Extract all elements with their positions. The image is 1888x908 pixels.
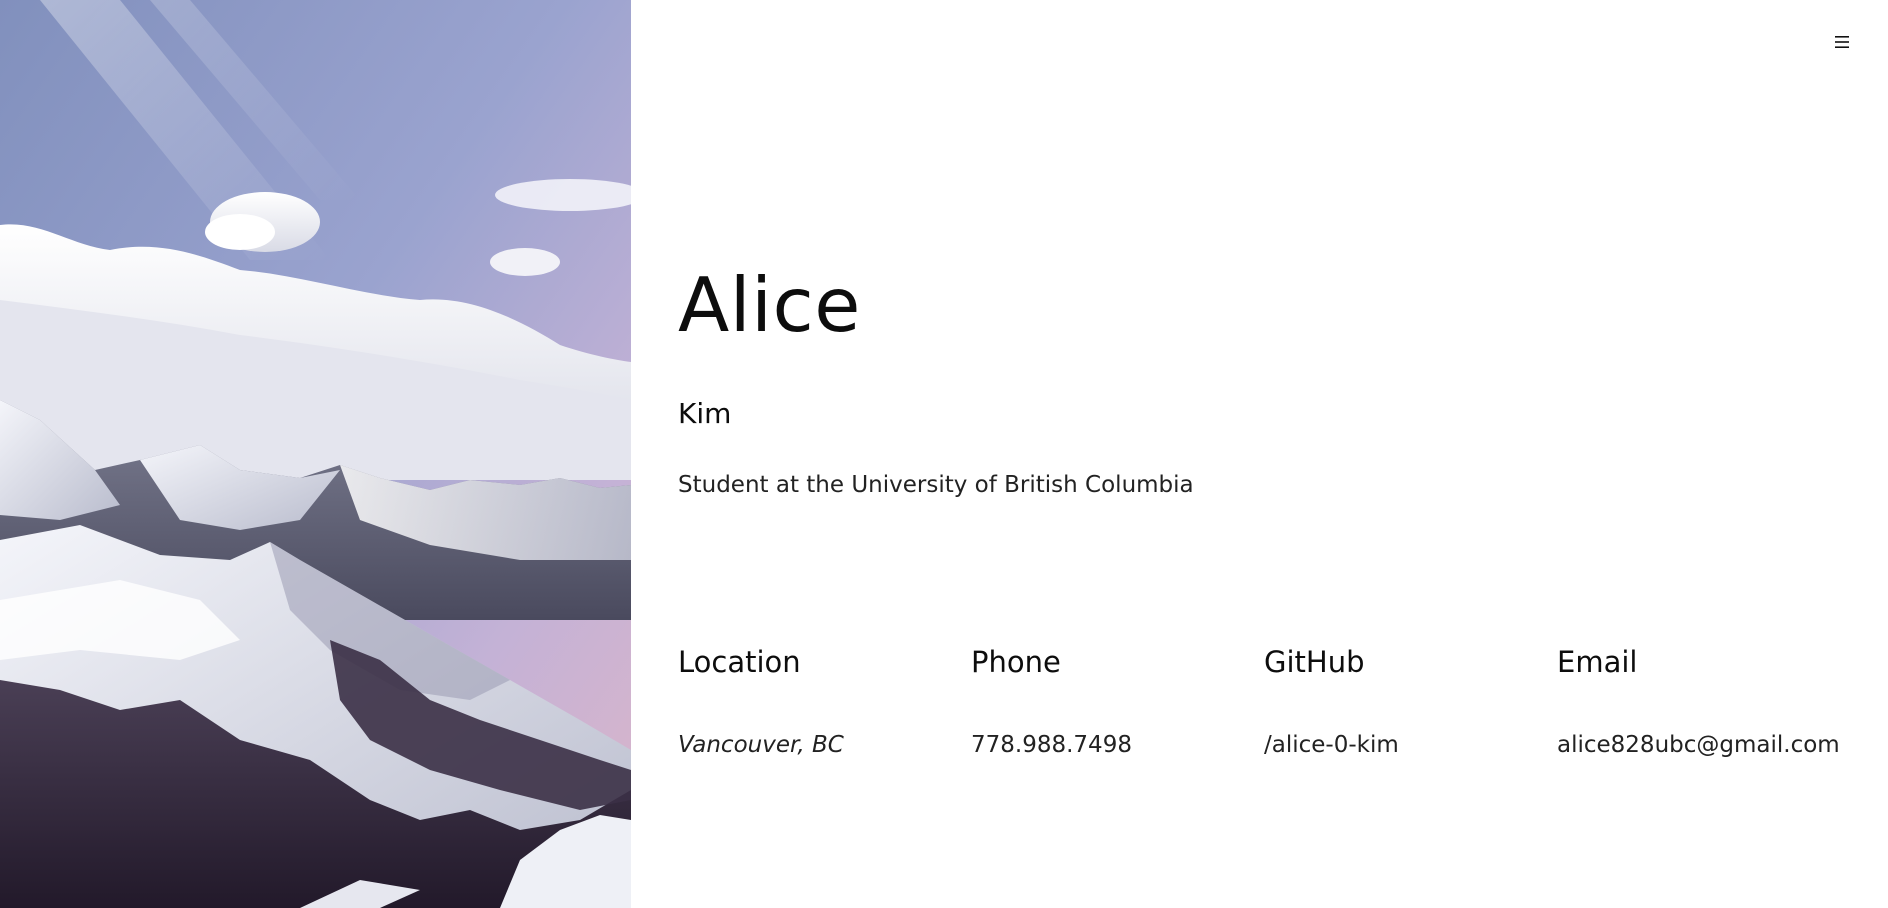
phone-column: Phone 778.988.7498 (971, 645, 1132, 757)
profile-content: Alice Kim Student at the University of B… (678, 0, 1858, 908)
phone-value: 778.988.7498 (971, 732, 1132, 758)
github-column: GitHub /alice-0-kim (1264, 645, 1399, 757)
email-column: Email alice828ubc@gmail.com (1557, 645, 1840, 757)
mountain-photo (0, 0, 631, 908)
contact-info: Location Vancouver, BC Phone 778.988.749… (678, 648, 1858, 768)
location-column: Location Vancouver, BC (678, 645, 844, 757)
tagline: Student at the University of British Col… (678, 472, 1194, 498)
github-link[interactable]: /alice-0-kim (1264, 734, 1399, 757)
page: Alice Kim Student at the University of B… (0, 0, 1888, 908)
email-heading: Email (1557, 645, 1638, 679)
phone-heading: Phone (971, 645, 1061, 679)
first-name-heading: Alice (678, 261, 861, 349)
email-link[interactable]: alice828ubc@gmail.com (1557, 734, 1840, 757)
location-heading: Location (678, 645, 801, 679)
location-value: Vancouver, BC (678, 732, 844, 758)
last-name-heading: Kim (678, 397, 732, 430)
github-heading: GitHub (1264, 645, 1365, 679)
